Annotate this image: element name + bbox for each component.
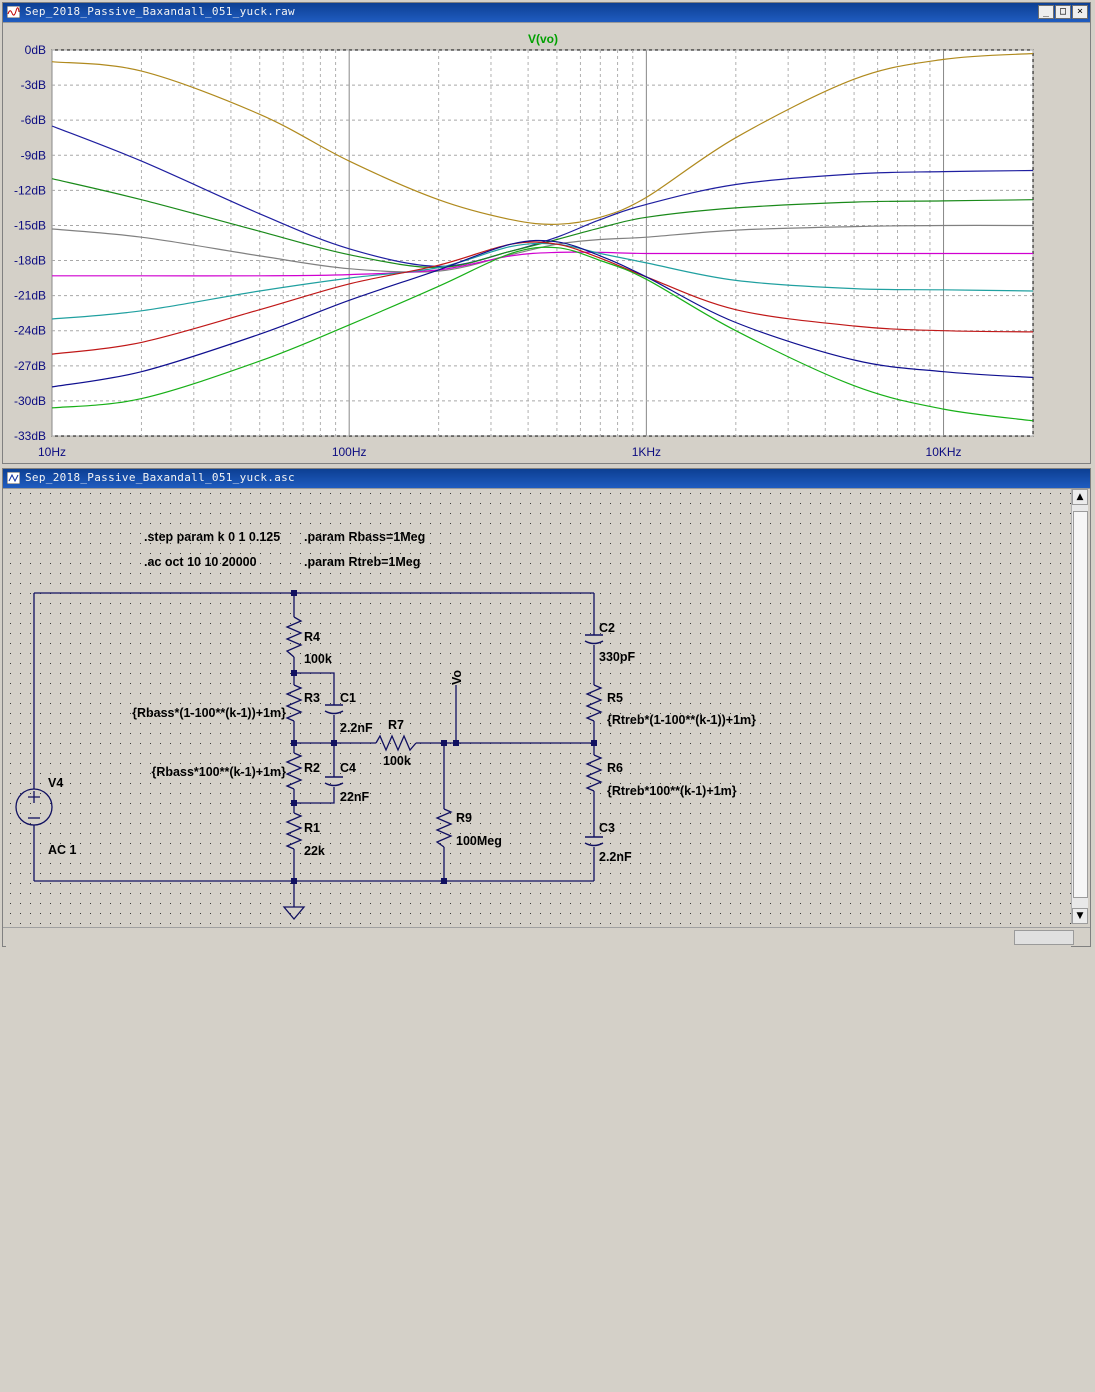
y-tick-label: -9dB — [21, 148, 46, 162]
C3-label[interactable]: C3 — [599, 821, 615, 835]
y-tick-label: -33dB — [14, 429, 46, 443]
directive-step[interactable]: .step param k 0 1 0.125 — [144, 530, 280, 544]
status-bar — [3, 927, 1090, 946]
maximize-button[interactable]: □ — [1055, 5, 1071, 19]
R5-value[interactable]: {Rtreb*(1-100**(k-1))+1m} — [607, 713, 756, 727]
x-tick-label: 100Hz — [332, 445, 367, 459]
x-tick-label: 1KHz — [632, 445, 661, 459]
minimize-button[interactable]: _ — [1038, 5, 1054, 19]
x-tick-label: 10Hz — [38, 445, 66, 459]
scroll-up-arrow-icon[interactable]: ▲ — [1072, 489, 1088, 505]
scroll-thumb[interactable] — [1073, 511, 1088, 898]
R7-value[interactable]: 100k — [383, 754, 411, 768]
directive-param-rtreb[interactable]: .param Rtreb=1Meg — [304, 555, 420, 569]
status-box — [1014, 930, 1074, 945]
C4-label[interactable]: C4 — [340, 761, 356, 775]
y-tick-label: 0dB — [25, 43, 46, 57]
R9-label[interactable]: R9 — [456, 811, 472, 825]
plot-area[interactable]: 0dB -3dB -6dB -9dB -12dB -15dB -18dB -21dB -24dB… — [3, 23, 1090, 463]
y-tick-label: -15dB — [14, 218, 46, 232]
bode-plot[interactable]: 0dB -3dB -6dB -9dB -12dB -15dB -18dB -21dB -24dB… — [3, 23, 1090, 464]
schematic-drawing[interactable]: .step param k 0 1 0.125 .param Rbass=1Me… — [6, 489, 1071, 929]
trace-label[interactable]: V(vo) — [528, 32, 558, 46]
directive-param-rbass[interactable]: .param Rbass=1Meg — [304, 530, 425, 544]
y-tick-label: -18dB — [14, 254, 46, 268]
R9-value[interactable]: 100Meg — [456, 834, 502, 848]
y-tick-label: -27dB — [14, 359, 46, 373]
net-label-vo[interactable]: Vo — [450, 670, 464, 685]
R2-value[interactable]: {Rbass*100**(k-1)+1m} — [152, 765, 287, 779]
waveform-app-icon — [7, 6, 20, 18]
x-axis-ticks: 10Hz 100Hz 1KHz 10KHz — [38, 445, 962, 459]
R4-label[interactable]: R4 — [304, 630, 320, 644]
V4-label[interactable]: V4 — [48, 776, 63, 790]
schematic-window-titlebar[interactable]: Sep_2018_Passive_Baxandall_051_yuck.asc — [3, 469, 1090, 489]
schematic-window-title: Sep_2018_Passive_Baxandall_051_yuck.asc — [25, 471, 295, 484]
C4-value[interactable]: 22nF — [340, 790, 370, 804]
R5-label[interactable]: R5 — [607, 691, 623, 705]
C1-label[interactable]: C1 — [340, 691, 356, 705]
R3-value[interactable]: {Rbass*(1-100**(k-1))+1m} — [132, 706, 286, 720]
y-tick-label: -3dB — [21, 78, 46, 92]
y-tick-label: -21dB — [14, 289, 46, 303]
R3-label[interactable]: R3 — [304, 691, 320, 705]
R4-value[interactable]: 100k — [304, 652, 332, 666]
schematic-window: Sep_2018_Passive_Baxandall_051_yuck.asc … — [2, 468, 1091, 1392]
vertical-scrollbar[interactable]: ▲ ▼ — [1071, 489, 1088, 924]
R7-label[interactable]: R7 — [388, 718, 404, 732]
R6-value[interactable]: {Rtreb*100**(k-1)+1m} — [607, 784, 737, 798]
R1-label[interactable]: R1 — [304, 821, 320, 835]
R6-label[interactable]: R6 — [607, 761, 623, 775]
C3-value[interactable]: 2.2nF — [599, 850, 632, 864]
R1-value[interactable]: 22k — [304, 844, 325, 858]
C1-value[interactable]: 2.2nF — [340, 721, 373, 735]
scroll-down-arrow-icon[interactable]: ▼ — [1072, 908, 1088, 924]
x-tick-label: 10KHz — [926, 445, 962, 459]
plot-window-title: Sep_2018_Passive_Baxandall_051_yuck.raw — [25, 5, 295, 18]
V4-value[interactable]: AC 1 — [48, 843, 77, 857]
plot-window: Sep_2018_Passive_Baxandall_051_yuck.raw … — [2, 2, 1091, 464]
schematic-app-icon — [7, 472, 20, 484]
y-axis-ticks: 0dB -3dB -6dB -9dB -12dB -15dB -18dB -21dB -24dB… — [14, 43, 46, 443]
plot-window-titlebar[interactable]: Sep_2018_Passive_Baxandall_051_yuck.raw … — [3, 3, 1090, 23]
close-button[interactable]: × — [1072, 5, 1088, 19]
directive-ac[interactable]: .ac oct 10 10 20000 — [144, 555, 257, 569]
C2-label[interactable]: C2 — [599, 621, 615, 635]
y-tick-label: -24dB — [14, 324, 46, 338]
C2-value[interactable]: 330pF — [599, 650, 635, 664]
y-tick-label: -6dB — [21, 113, 46, 127]
y-tick-label: -30dB — [14, 394, 46, 408]
y-tick-label: -12dB — [14, 183, 46, 197]
R2-label[interactable]: R2 — [304, 761, 320, 775]
